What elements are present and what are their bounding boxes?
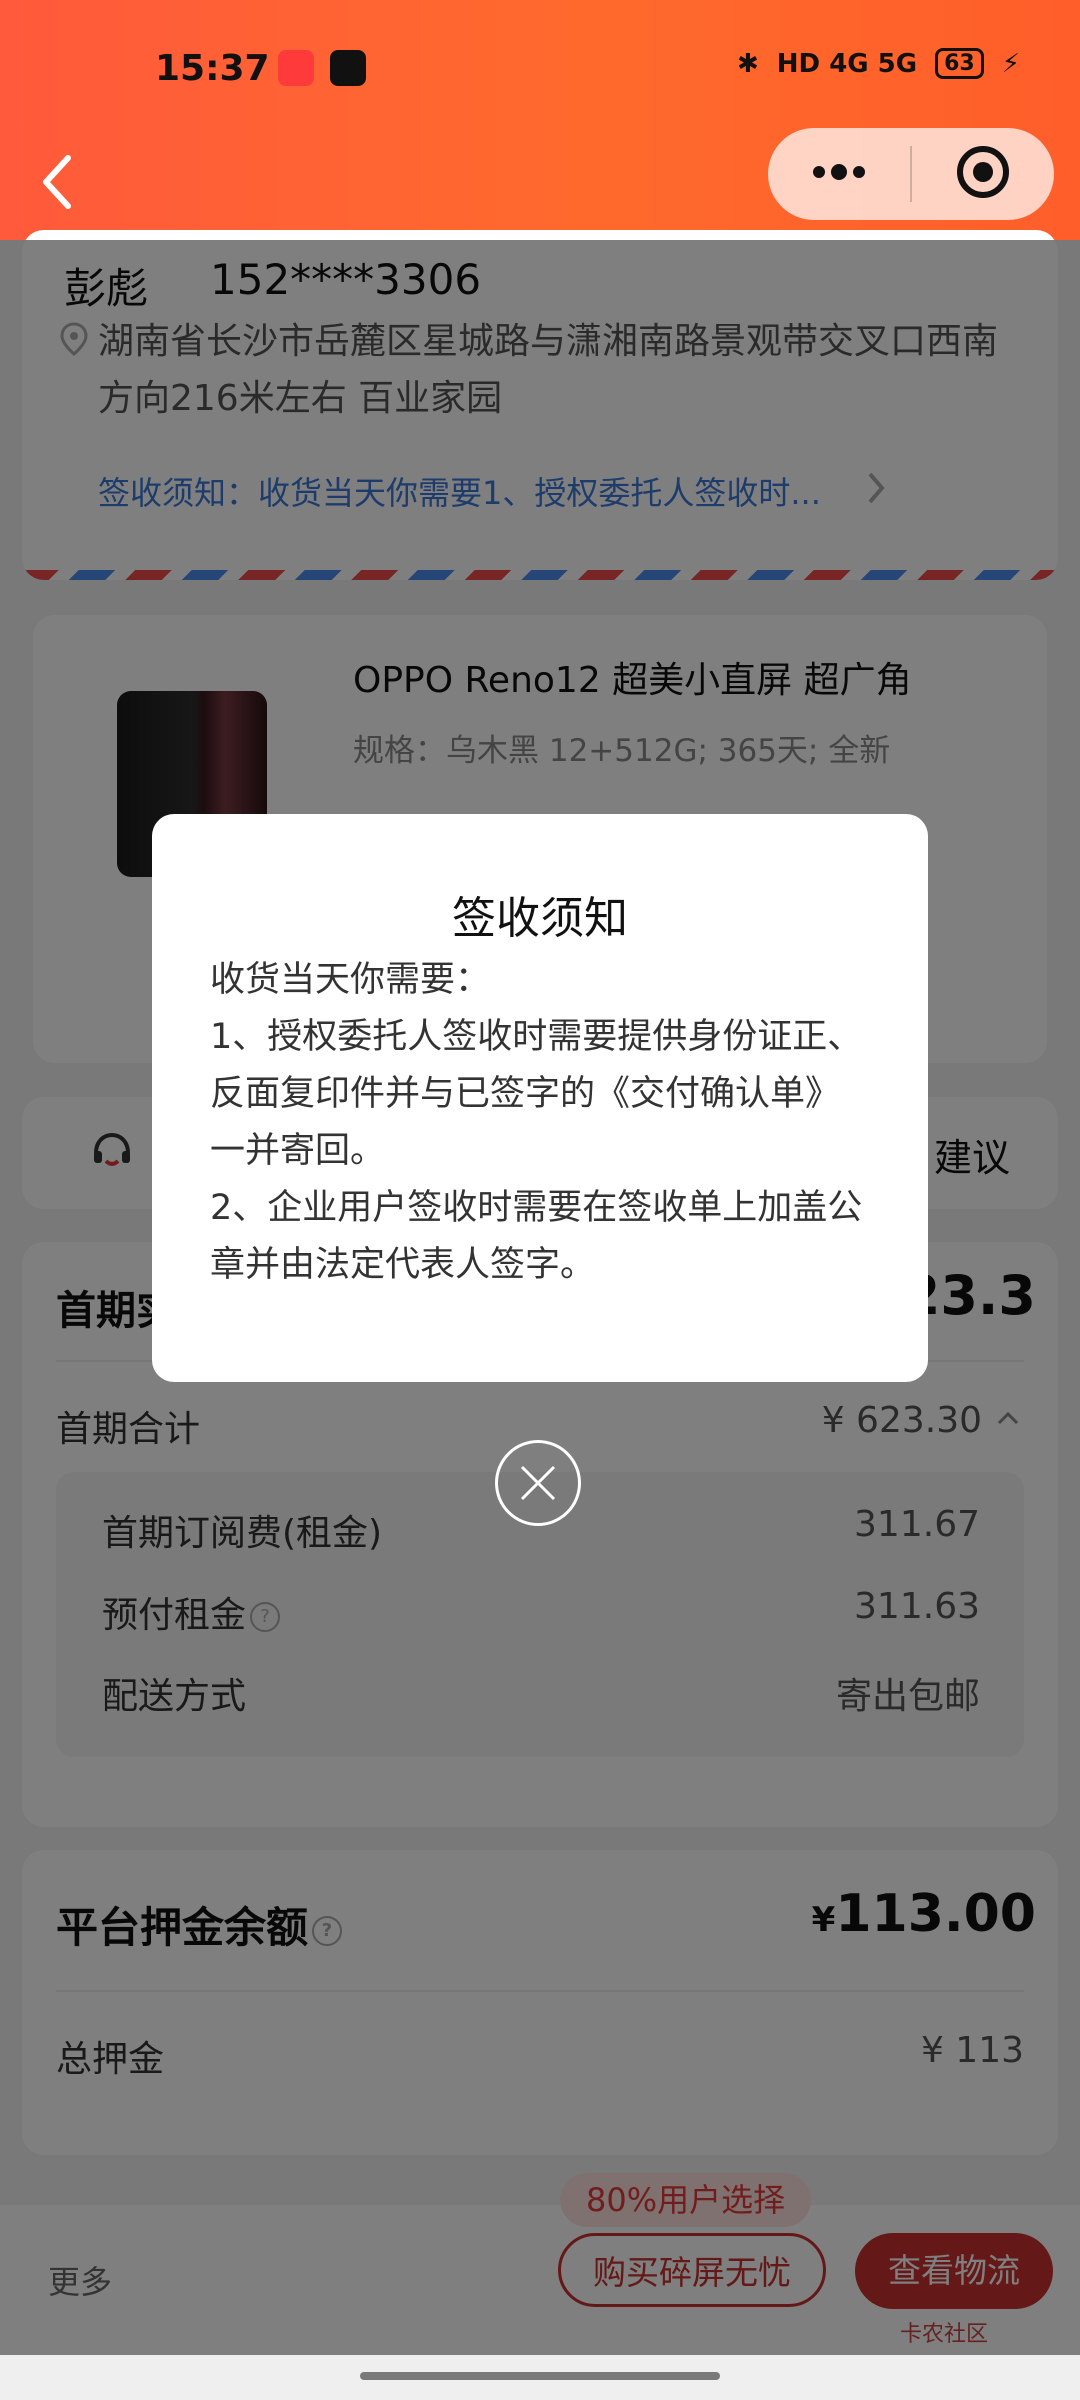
status-indicators: ✱ HD 4G 5G 63 ⚡ — [737, 48, 1020, 79]
charging-icon: ⚡ — [1001, 48, 1020, 79]
close-miniapp-icon[interactable] — [912, 144, 1054, 204]
sign-notice-modal: 签收须知 收货当天你需要： 1、授权委托人签收时需要提供身份证正、反面复印件并与… — [152, 814, 928, 1382]
bluetooth-icon: ✱ — [737, 48, 759, 79]
close-icon[interactable] — [495, 1440, 581, 1526]
modal-title: 签收须知 — [452, 893, 628, 944]
miniapp-capsule — [768, 128, 1054, 220]
home-indicator[interactable] — [360, 2372, 720, 2380]
battery-icon: 63 — [935, 48, 984, 79]
app-notification-icon — [330, 50, 366, 86]
video-app-icon — [278, 50, 314, 86]
status-time: 15:37 — [155, 48, 270, 89]
status-bar: 15:37 ✱ HD 4G 5G 63 ⚡ — [0, 0, 1080, 140]
modal-body: 收货当天你需要： 1、授权委托人签收时需要提供身份证正、反面复印件并与已签字的《… — [210, 960, 863, 1285]
more-options-icon[interactable] — [768, 162, 910, 186]
network-label: HD 4G 5G — [776, 48, 918, 79]
back-icon[interactable] — [38, 152, 78, 212]
